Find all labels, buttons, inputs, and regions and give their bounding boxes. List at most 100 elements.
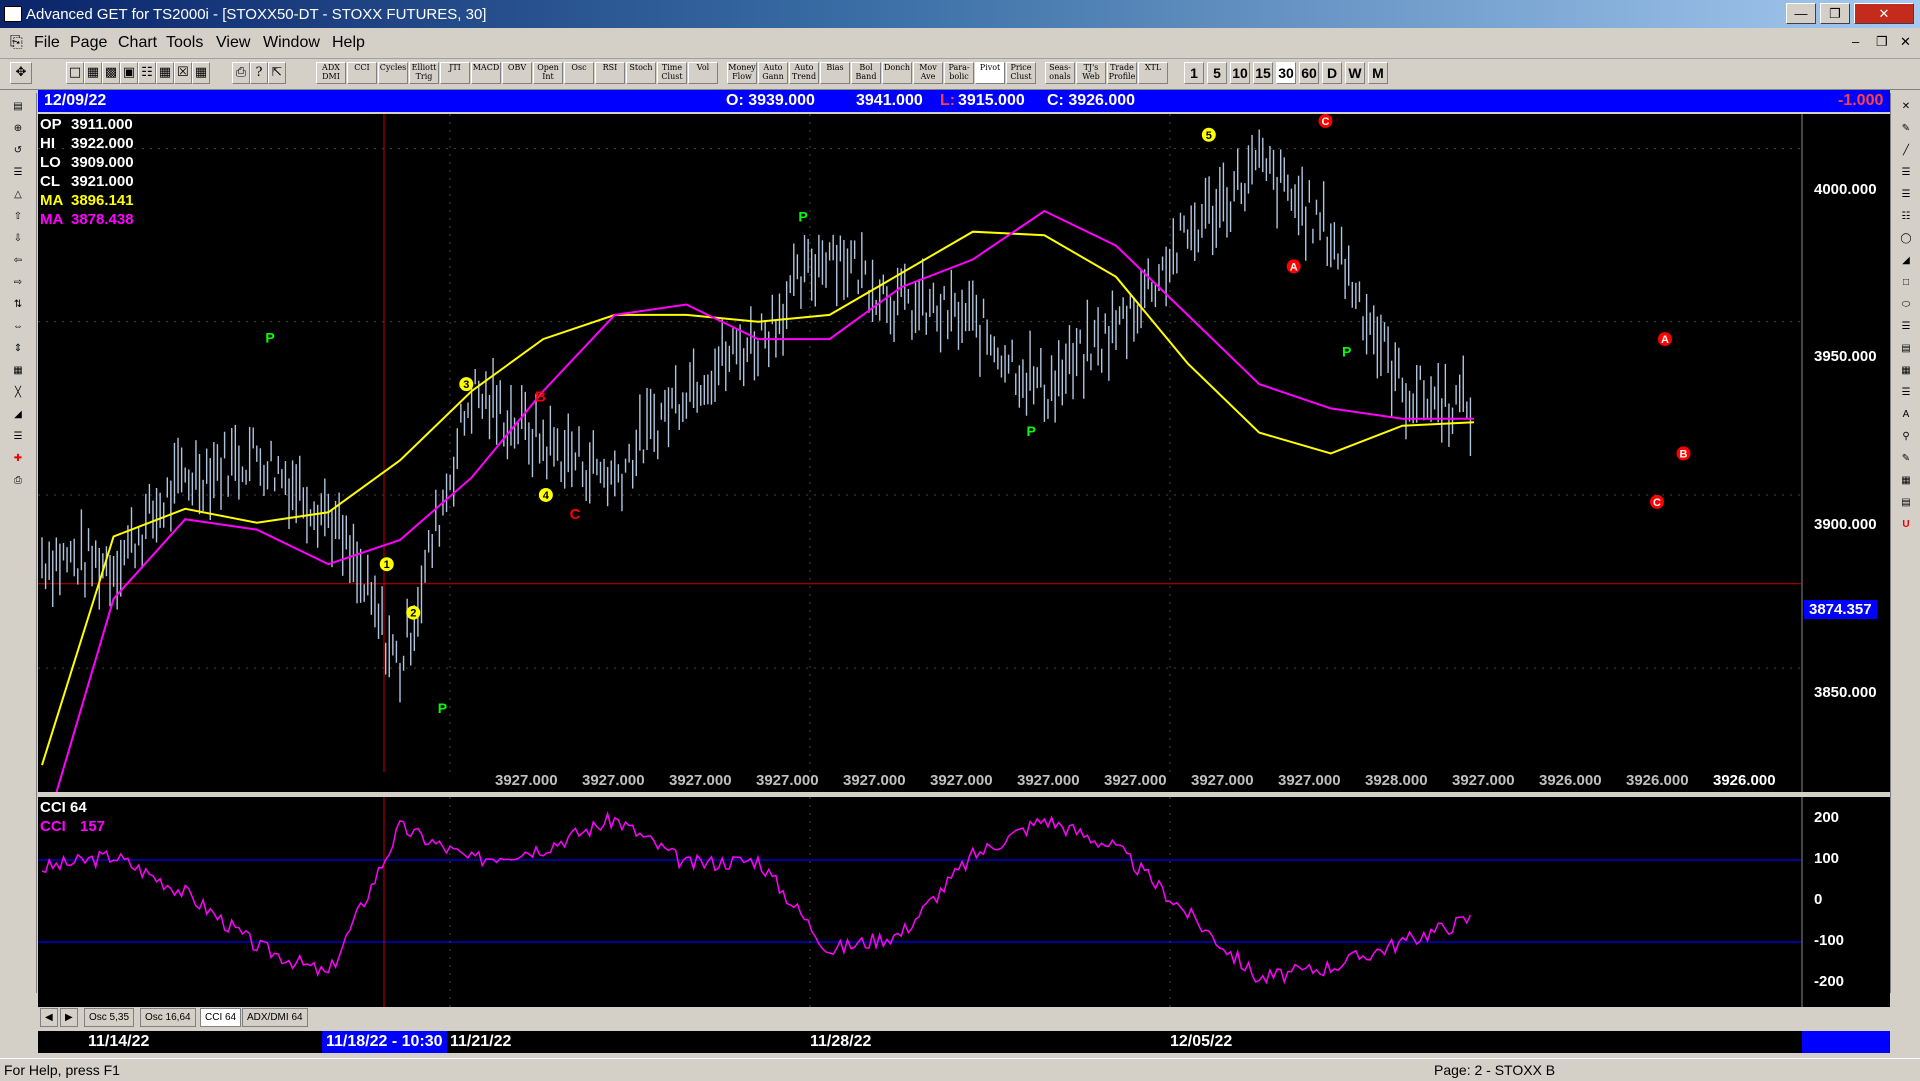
indicator-button-12[interactable]: Vol: [688, 62, 718, 84]
ellipse-icon[interactable]: ⬭: [1893, 295, 1919, 314]
layout-icon[interactable]: ▣: [120, 62, 138, 84]
crosshair-icon[interactable]: ✚: [5, 449, 31, 468]
menu-help[interactable]: Help: [332, 34, 365, 52]
indicator-button-10[interactable]: Stoch: [626, 62, 656, 84]
interval-button-0[interactable]: 1: [1184, 62, 1204, 84]
date-scrollbar[interactable]: [1802, 1031, 1890, 1053]
tab-adx-dmi-64[interactable]: ADX/DMI 64: [242, 1008, 308, 1027]
move-icon[interactable]: ✥: [10, 62, 32, 84]
indicator-button-24[interactable]: TJ's Web: [1076, 62, 1106, 84]
table-icon[interactable]: ▤: [1893, 493, 1919, 512]
arrow-left-icon[interactable]: ⇦: [5, 251, 31, 270]
interval-button-4[interactable]: 30: [1276, 62, 1296, 84]
compress-icon[interactable]: ⇅: [5, 295, 31, 314]
indicator-button-7[interactable]: Open Int: [533, 62, 563, 84]
indicator-button-25[interactable]: Trade Profile: [1107, 62, 1137, 84]
mob-icon[interactable]: ☰: [1893, 383, 1919, 402]
menu-page[interactable]: Page: [70, 34, 107, 52]
trendline-icon[interactable]: ╱: [1893, 141, 1919, 160]
interval-button-3[interactable]: 15: [1253, 62, 1273, 84]
fib-ret-icon[interactable]: ☰: [1893, 163, 1919, 182]
print-icon[interactable]: ⎙: [232, 62, 250, 84]
indicator-button-20[interactable]: Para-bolic: [944, 62, 974, 84]
indicator-button-23[interactable]: Seas-onals: [1045, 62, 1075, 84]
elliott-icon[interactable]: △: [5, 185, 31, 204]
arrow-down-icon[interactable]: ⇩: [5, 229, 31, 248]
save-icon[interactable]: ▩: [102, 62, 120, 84]
tab-scroll-right[interactable]: ▶: [60, 1008, 78, 1027]
arrow-right-icon[interactable]: ⇨: [5, 273, 31, 292]
help-pointer-icon[interactable]: ⇱: [268, 62, 286, 84]
minimize-button[interactable]: —: [1786, 3, 1816, 24]
indicator-button-13[interactable]: Money Flow: [727, 62, 757, 84]
calc-icon[interactable]: ▦: [1893, 471, 1919, 490]
delete-icon[interactable]: ✕: [1893, 97, 1919, 116]
interval-button-2[interactable]: 10: [1230, 62, 1250, 84]
print-chart-icon[interactable]: ⎙: [5, 471, 31, 490]
tab-scroll-left[interactable]: ◀: [40, 1008, 58, 1027]
expand-horizontal-icon[interactable]: ⇔: [5, 317, 31, 336]
price-chart[interactable]: 1 2 3 4 5 P P P P P C A B C A B C: [38, 114, 1890, 792]
cci-panel[interactable]: CCI 64 CCI 157 200 100 0 -100 -200: [38, 797, 1890, 1007]
magnify-icon[interactable]: ⚲: [1893, 427, 1919, 446]
indicator-button-1[interactable]: CCI: [347, 62, 377, 84]
tile-icon[interactable]: ▦: [156, 62, 174, 84]
fib-time-icon[interactable]: ☷: [1893, 207, 1919, 226]
gann-icon[interactable]: ◢: [5, 405, 31, 424]
indicator-button-8[interactable]: Osc: [564, 62, 594, 84]
indicator-button-22[interactable]: Price Clust: [1006, 62, 1036, 84]
study-icon[interactable]: ☰: [5, 163, 31, 182]
info-icon[interactable]: ?: [250, 62, 268, 84]
arrow-up-icon[interactable]: ⇧: [5, 207, 31, 226]
grid-r-icon[interactable]: ▦: [1893, 361, 1919, 380]
fib-ext-icon[interactable]: ☰: [1893, 185, 1919, 204]
indicator-button-14[interactable]: Auto Gann: [758, 62, 788, 84]
folder-icon[interactable]: ▤: [5, 97, 31, 116]
link-icon[interactable]: ☷: [138, 62, 156, 84]
new-page-icon[interactable]: □: [66, 62, 84, 84]
close-button[interactable]: ✕: [1854, 3, 1914, 24]
indicator-button-26[interactable]: XTL: [1138, 62, 1168, 84]
grid-tool-icon[interactable]: ▦: [5, 361, 31, 380]
zoom-icon[interactable]: ⊕: [5, 119, 31, 138]
interval-button-6[interactable]: D: [1322, 62, 1342, 84]
rectangle-icon[interactable]: □: [1893, 273, 1919, 292]
grid-icon[interactable]: ▦: [192, 62, 210, 84]
indicator-button-11[interactable]: Time Clust: [657, 62, 687, 84]
tab-osc-5-35[interactable]: Osc 5,35: [84, 1008, 135, 1027]
fib-icon[interactable]: ☰: [5, 427, 31, 446]
mdi-minimize-button[interactable]: –: [1852, 34, 1859, 49]
undo-icon[interactable]: U: [1893, 515, 1919, 534]
indicator-button-9[interactable]: RSI: [595, 62, 625, 84]
open-icon[interactable]: ▦: [84, 62, 102, 84]
mdi-restore-button[interactable]: ❐: [1876, 34, 1888, 50]
text-icon[interactable]: A: [1893, 405, 1919, 424]
fan-icon[interactable]: ◢: [1893, 251, 1919, 270]
channel-icon[interactable]: ☰: [1893, 317, 1919, 336]
indicator-button-16[interactable]: Bias: [820, 62, 850, 84]
menu-window[interactable]: Window: [263, 34, 320, 52]
indicator-button-21[interactable]: Pivot: [975, 62, 1005, 84]
indicator-button-2[interactable]: Cycles: [378, 62, 408, 84]
interval-button-5[interactable]: 60: [1299, 62, 1319, 84]
menu-tools[interactable]: Tools: [166, 34, 203, 52]
mdi-close-button[interactable]: ✕: [1900, 34, 1911, 50]
marker-icon[interactable]: ✎: [1893, 449, 1919, 468]
pencil-icon[interactable]: ✎: [1893, 119, 1919, 138]
interval-button-8[interactable]: M: [1368, 62, 1388, 84]
indicator-button-17[interactable]: Bol Band: [851, 62, 881, 84]
price-chart-panel[interactable]: 1 2 3 4 5 P P P P P C A B C A B C OP 3911.000 HI 3922.00…: [38, 114, 1890, 792]
lines-icon[interactable]: ╳: [5, 383, 31, 402]
menu-view[interactable]: View: [216, 34, 250, 52]
expand-vertical-icon[interactable]: ⇕: [5, 339, 31, 358]
indicator-button-6[interactable]: OBV: [502, 62, 532, 84]
close-page-icon[interactable]: ☒: [174, 62, 192, 84]
circle-icon[interactable]: ◯: [1893, 229, 1919, 248]
menu-file[interactable]: File: [34, 34, 60, 52]
indicator-button-5[interactable]: MACD: [471, 62, 501, 84]
pti-icon[interactable]: ▤: [1893, 339, 1919, 358]
reset-icon[interactable]: ↺: [5, 141, 31, 160]
indicator-button-19[interactable]: Mov Ave: [913, 62, 943, 84]
cci-chart[interactable]: [38, 797, 1890, 1007]
indicator-button-15[interactable]: Auto Trend: [789, 62, 819, 84]
